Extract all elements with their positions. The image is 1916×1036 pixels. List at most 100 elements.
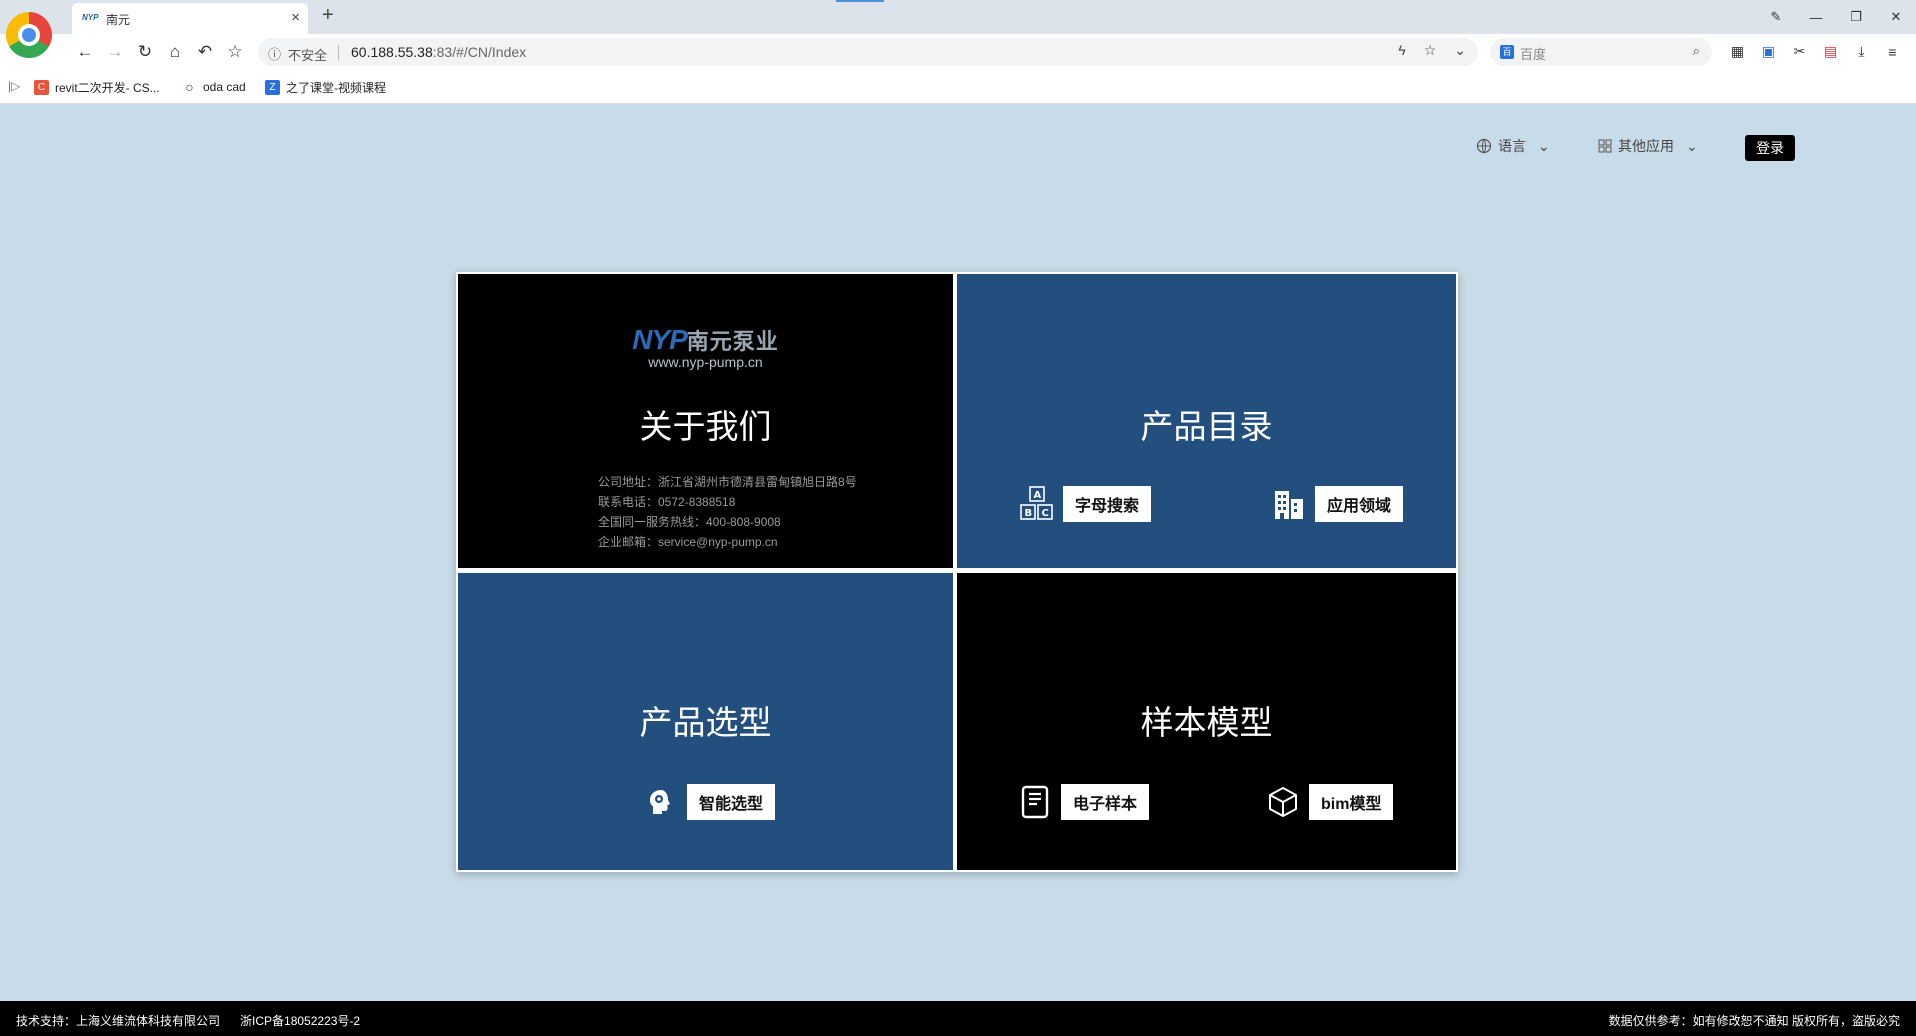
alpha-search-button[interactable]: ABC 字母搜索: [1017, 484, 1152, 524]
tab-favicon-icon: NYP: [82, 13, 99, 22]
scissors-icon[interactable]: ✂: [1790, 42, 1809, 61]
lightning-icon[interactable]: ϟ: [1398, 42, 1405, 59]
company-address: 公司地址：浙江省湖州市德清县雷甸镇旭日路8号: [598, 475, 857, 489]
smart-selection-button[interactable]: 智能选型: [641, 782, 776, 822]
main-tile-grid: NYP南元泵业 www.nyp-pump.cn 关于我们 公司地址：浙江省湖州市…: [456, 272, 1458, 872]
ebook-sample-label: 电子样本: [1061, 784, 1150, 820]
info-icon[interactable]: ⓘ: [268, 44, 281, 63]
company-logo: NYP南元泵业 www.nyp-pump.cn: [458, 324, 953, 370]
sample-models-tile: 样本模型 电子样本 bim模型: [957, 573, 1456, 870]
bookmark-oda[interactable]: ○ oda cad: [182, 79, 246, 95]
logo-brand: NYP: [632, 324, 688, 355]
address-host: 60.188.55.38: [351, 44, 433, 60]
bookmarks-toggle-icon[interactable]: |▷: [8, 79, 20, 93]
browser-tab-active[interactable]: NYP 南元 ×: [72, 3, 308, 34]
svg-text:A: A: [1034, 490, 1042, 501]
bookmark-label: 之了课堂-视频课程: [286, 81, 386, 95]
address-actions: ϟ ☆ ⌄: [1398, 42, 1466, 59]
tech-support-text: 技术支持：上海义维流体科技有限公司: [16, 1014, 221, 1028]
bim-model-label: bim模型: [1309, 784, 1394, 820]
page-footer: 技术支持：上海义维流体科技有限公司 浙ICP备18052223号-2 数据仅供参…: [0, 1001, 1916, 1036]
chevron-down-icon[interactable]: ⌄: [1454, 42, 1466, 59]
product-selection-tile: 产品选型 智能选型: [458, 573, 953, 870]
address-divider: [338, 45, 339, 60]
close-window-icon[interactable]: ✕: [1876, 0, 1916, 34]
tab-title: 南元: [106, 13, 131, 27]
product-selection-title: 产品选型: [639, 703, 772, 742]
security-status: 不安全: [288, 48, 328, 63]
company-phone: 联系电话：0572-8388518: [598, 495, 736, 509]
close-tab-icon[interactable]: ×: [291, 9, 300, 26]
language-label: 语言: [1498, 138, 1526, 154]
zhiliao-icon: Z: [265, 80, 280, 95]
favorite-icon[interactable]: ☆: [1424, 42, 1437, 59]
language-dropdown[interactable]: 语言 ⌄: [1476, 136, 1550, 156]
search-box[interactable]: 百 百度 ⌕: [1490, 38, 1712, 66]
menu-icon[interactable]: ≡: [1883, 42, 1902, 61]
bookmarks-bar: |▷ C revit二次开发- CS... ○ oda cad Z 之了课堂-视…: [0, 70, 1916, 104]
undo-close-icon[interactable]: ↶: [194, 41, 216, 63]
baidu-icon: 百: [1500, 45, 1514, 59]
ebook-sample-button[interactable]: 电子样本: [1015, 782, 1150, 822]
bookmark-label: revit二次开发- CS...: [55, 81, 160, 95]
extension-icons: ▦ ▣ ✂ ▤ ⤓ ≡: [1728, 42, 1902, 61]
reload-icon[interactable]: ↻: [134, 41, 156, 63]
oda-icon: ○: [182, 79, 197, 95]
alpha-search-label: 字母搜索: [1063, 486, 1152, 522]
book-icon: [1015, 782, 1055, 822]
logo-cn-name: 南元泵业: [686, 329, 779, 354]
browser-logo-icon: [6, 12, 52, 58]
other-apps-label: 其他应用: [1618, 138, 1674, 154]
building-icon: [1269, 484, 1309, 524]
pdf-icon[interactable]: ▤: [1821, 42, 1840, 61]
bookmark-star-icon[interactable]: ☆: [224, 41, 246, 63]
address-path: :83/#/CN/Index: [432, 44, 527, 60]
service-hotline: 全国同一服务热线：400-808-9008: [598, 515, 781, 529]
bookmark-zhiliao[interactable]: Z 之了课堂-视频课程: [265, 79, 386, 96]
bookmark-revit[interactable]: C revit二次开发- CS...: [34, 79, 160, 96]
company-email: 企业邮箱：service@nyp-pump.cn: [598, 535, 778, 549]
application-field-button[interactable]: 应用领域: [1269, 484, 1404, 524]
application-field-label: 应用领域: [1315, 486, 1404, 522]
login-button[interactable]: 登录: [1745, 135, 1795, 161]
browser-tab-bar: NYP 南元 × + ✎ — ❐ ✕: [0, 0, 1916, 34]
abc-blocks-icon: ABC: [1017, 484, 1057, 524]
copyright-notice: 数据仅供参考：如有修改恕不通知 版权所有，盗版必究: [1608, 1014, 1900, 1028]
globe-icon: [1476, 138, 1492, 154]
notes-icon[interactable]: ✎: [1756, 0, 1796, 34]
bookmark-label: oda cad: [203, 79, 246, 94]
translate-icon[interactable]: ▣: [1759, 42, 1778, 61]
other-apps-dropdown[interactable]: 其他应用 ⌄: [1598, 136, 1698, 156]
back-icon[interactable]: ←: [74, 41, 96, 63]
loading-indicator: [836, 0, 884, 2]
search-icon[interactable]: ⌕: [1693, 43, 1700, 59]
chevron-down-icon: ⌄: [1686, 137, 1698, 154]
bim-model-button[interactable]: bim模型: [1263, 782, 1394, 822]
download-icon[interactable]: ⤓: [1852, 42, 1871, 61]
product-catalog-title: 产品目录: [1140, 407, 1273, 446]
icp-link[interactable]: 浙ICP备18052223号-2: [240, 1012, 360, 1029]
logo-url: www.nyp-pump.cn: [648, 354, 763, 370]
new-tab-button[interactable]: +: [322, 4, 334, 27]
about-us-title: 关于我们: [639, 407, 772, 446]
about-us-tile[interactable]: NYP南元泵业 www.nyp-pump.cn 关于我们 公司地址：浙江省湖州市…: [458, 274, 953, 568]
cube-icon: [1263, 782, 1303, 822]
product-catalog-tile: 产品目录 ABC 字母搜索 应用领域: [957, 274, 1456, 568]
address-url[interactable]: 60.188.55.38:83/#/CN/Index: [351, 44, 526, 60]
forward-icon[interactable]: →: [104, 41, 126, 63]
minimize-icon[interactable]: —: [1796, 0, 1836, 34]
csdn-icon: C: [34, 80, 49, 95]
restore-icon[interactable]: ❐: [1836, 0, 1876, 34]
qr-code-icon[interactable]: ▦: [1728, 42, 1747, 61]
address-bar[interactable]: ⓘ 不安全 60.188.55.38:83/#/CN/Index ϟ ☆ ⌄: [258, 38, 1478, 66]
smart-selection-label: 智能选型: [687, 784, 776, 820]
browser-toolbar: ← → ↻ ⌂ ↶ ☆ ⓘ 不安全 60.188.55.38:83/#/CN/I…: [0, 34, 1916, 70]
svg-text:C: C: [1042, 508, 1049, 519]
home-icon[interactable]: ⌂: [164, 41, 186, 63]
chevron-down-icon: ⌄: [1538, 137, 1550, 154]
grid-icon: [1598, 139, 1612, 153]
window-controls: ✎ — ❐ ✕: [1756, 0, 1916, 34]
svg-text:B: B: [1025, 508, 1033, 519]
brain-gear-icon: [641, 782, 681, 822]
search-input[interactable]: 百度: [1520, 44, 1546, 63]
